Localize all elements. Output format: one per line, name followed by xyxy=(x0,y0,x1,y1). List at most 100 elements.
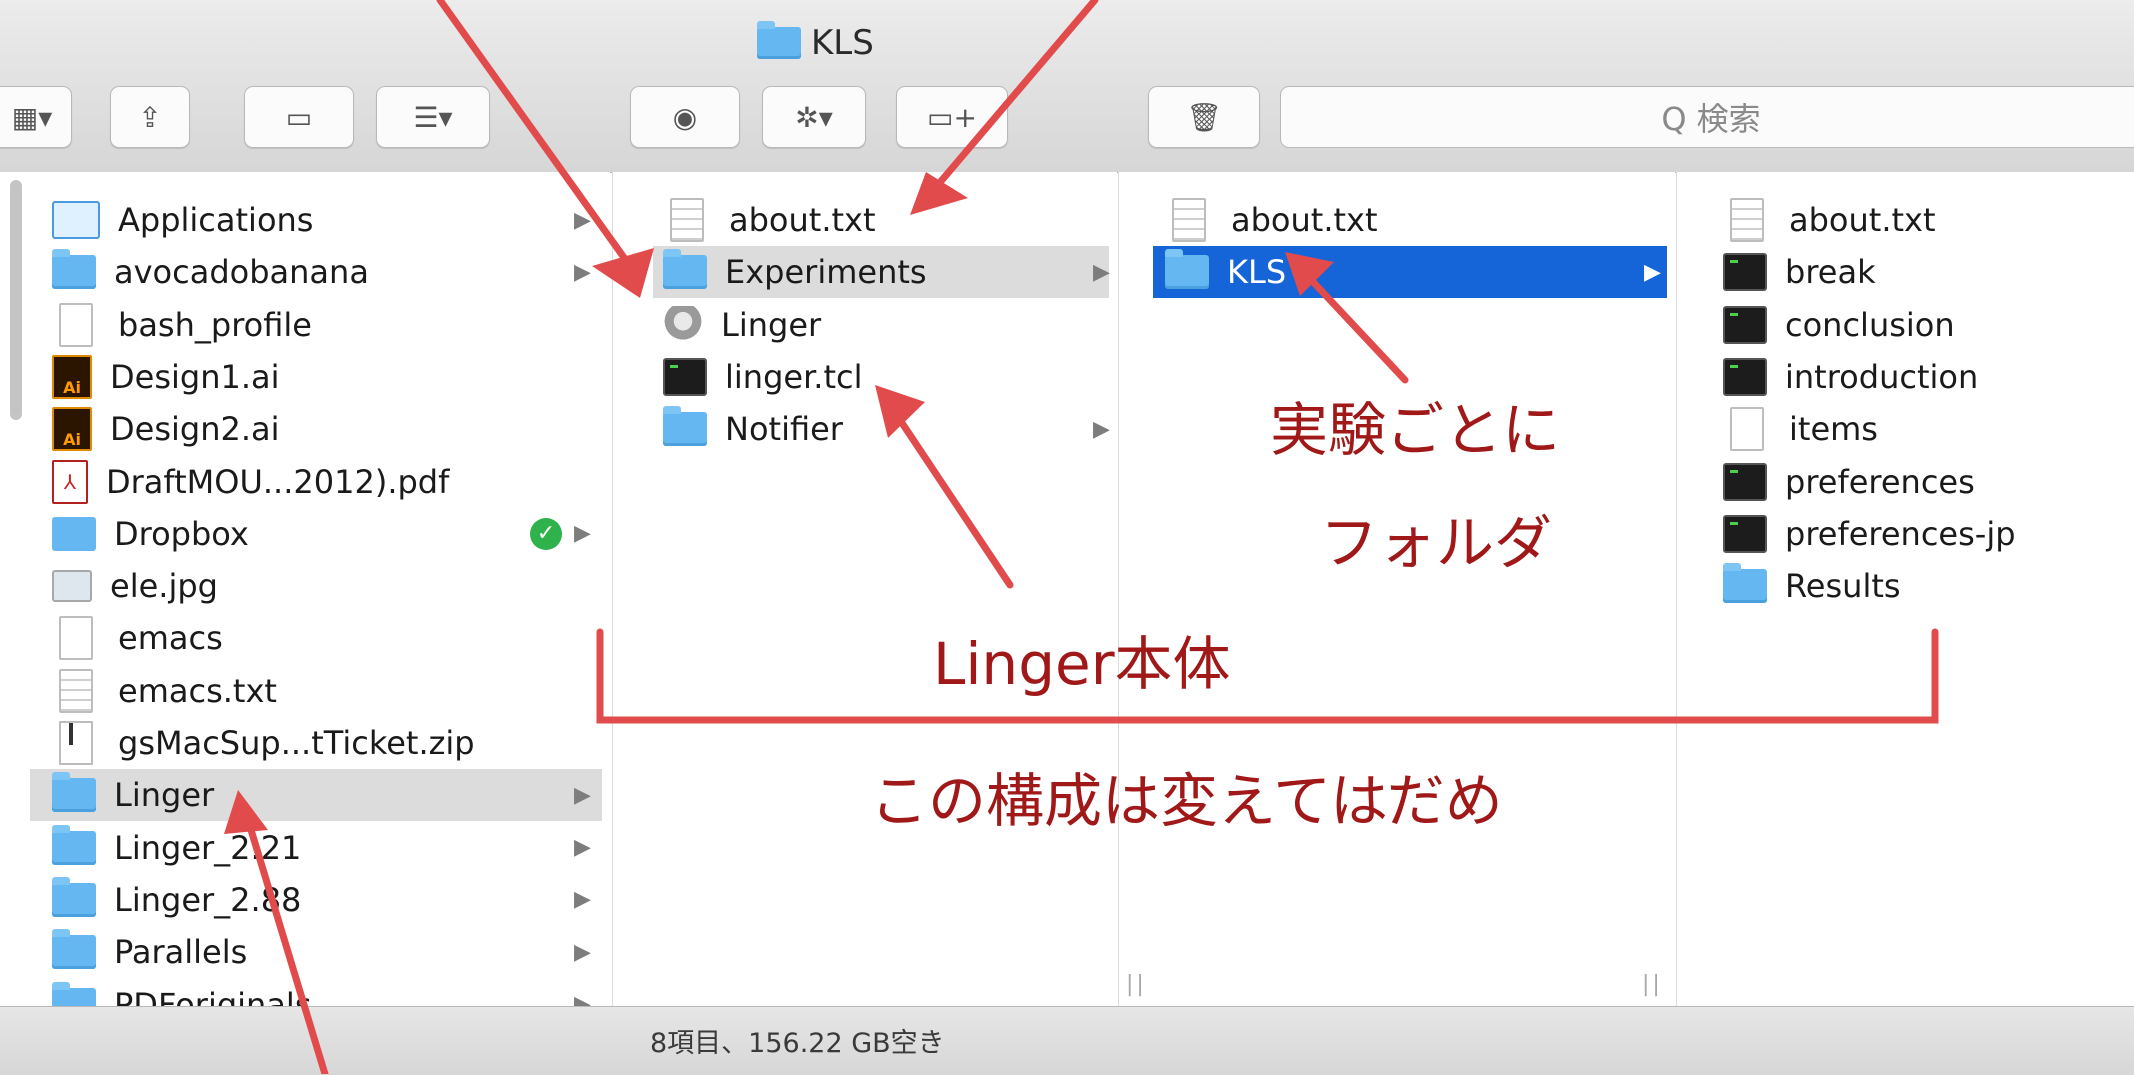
folder-icon xyxy=(757,21,801,59)
list-item-label: Parallels xyxy=(114,933,248,972)
status-bar: 8項目、156.22 GB空き xyxy=(0,1006,2134,1075)
list-item-label: emacs.txt xyxy=(118,671,277,710)
list-item[interactable]: preferences-jp xyxy=(1677,508,2134,560)
text-document-icon xyxy=(59,668,93,713)
list-item-label: break xyxy=(1785,253,1876,292)
list-item[interactable]: avocadobanana ▶ xyxy=(0,246,610,298)
gear-icon: ✲▾ xyxy=(795,100,833,134)
list-item[interactable]: Results xyxy=(1677,560,2134,612)
arrange-button[interactable]: ☰▾ xyxy=(376,86,490,148)
column-kls[interactable]: about.txt break conclusion introduction item… xyxy=(1676,172,2134,1006)
list-item[interactable]: break xyxy=(1677,246,2134,298)
list-item[interactable]: about.txt xyxy=(1677,194,2134,246)
list-item-label: Results xyxy=(1785,567,1901,606)
zip-icon xyxy=(59,721,93,765)
list-item[interactable]: Linger_2.88 ▶ xyxy=(0,874,610,926)
action-button[interactable]: ✲▾ xyxy=(762,86,866,148)
list-item[interactable]: Linger xyxy=(613,299,1117,351)
annotation-structure-note: この構成は変えてはだめ xyxy=(870,767,1503,835)
list-item-label: preferences xyxy=(1785,462,1975,501)
trash-button[interactable]: 🗑 xyxy=(1148,86,1260,148)
column-resize-handle[interactable]: || xyxy=(1126,972,1147,997)
list-item[interactable]: Ai Design2.ai xyxy=(0,403,610,455)
list-item-label: Applications xyxy=(118,201,314,239)
chevron-right-icon: ▶ xyxy=(574,939,591,965)
list-item-label: items xyxy=(1789,410,1878,449)
list-item-label: Linger_2.21 xyxy=(114,828,302,867)
status-text: 8項目、156.22 GB空き xyxy=(650,1028,945,1059)
list-item[interactable]: ⅄ DraftMOU...2012).pdf xyxy=(0,456,610,508)
chevron-right-icon: ▶ xyxy=(1093,416,1110,442)
sync-status-icon: ✓ xyxy=(530,517,562,550)
new-folder-button[interactable]: ▭+ xyxy=(896,86,1008,148)
tag-button[interactable]: ▭ xyxy=(244,86,354,148)
list-item-label: linger.tcl xyxy=(725,357,863,396)
illustrator-icon: Ai xyxy=(52,407,92,452)
list-item[interactable]: items xyxy=(1677,403,2134,455)
list-item[interactable]: Applications ▶ xyxy=(0,194,610,246)
chevron-right-icon: ▶ xyxy=(574,887,591,913)
list-item-label: introduction xyxy=(1785,357,1979,396)
column-resize-handle[interactable]: || xyxy=(1642,972,1663,997)
list-item-label: about.txt xyxy=(1231,201,1378,239)
dropbox-icon xyxy=(52,516,96,551)
list-item-label: avocadobanana xyxy=(114,253,369,292)
list-item[interactable]: KLS ▶ xyxy=(1153,246,1667,299)
list-item[interactable]: Experiments ▶ xyxy=(653,246,1110,299)
list-item[interactable]: about.txt xyxy=(613,194,1117,246)
column-experiments[interactable]: about.txt KLS ▶ xyxy=(1118,172,1675,1006)
list-item[interactable]: Linger_2.21 ▶ xyxy=(0,822,610,874)
folder-icon xyxy=(52,981,96,1006)
window-title-text: KLS xyxy=(811,23,874,63)
search-input[interactable]: Q 検索 xyxy=(1280,86,2134,148)
list-item[interactable]: preferences xyxy=(1677,456,2134,508)
list-item[interactable]: ele.jpg xyxy=(0,560,610,612)
chevron-right-icon: ▶ xyxy=(574,835,591,861)
list-item[interactable]: introduction xyxy=(1677,351,2134,403)
new-folder-icon: ▭+ xyxy=(927,100,977,134)
list-item[interactable]: about.txt xyxy=(1119,194,1675,246)
list-item[interactable]: PDForiginals ▶ xyxy=(0,979,610,1006)
folder-icon xyxy=(52,929,96,970)
text-document-icon xyxy=(670,198,704,242)
list-item-label: conclusion xyxy=(1785,305,1955,344)
list-item[interactable]: Dropbox ✓ ▶ xyxy=(0,508,610,560)
list-item[interactable]: Linger ▶ xyxy=(30,769,602,822)
text-document-icon xyxy=(1172,198,1206,242)
folder-icon xyxy=(1165,249,1209,290)
list-item-label: preferences-jp xyxy=(1785,514,2016,553)
window-title: KLS xyxy=(757,20,874,66)
grid-view-icon: ▦▾ xyxy=(11,100,53,134)
chevron-right-icon: ▶ xyxy=(1093,259,1110,285)
illustrator-icon: Ai xyxy=(52,354,92,399)
list-item-label: gsMacSup...tTicket.zip xyxy=(118,724,475,762)
list-item[interactable]: conclusion xyxy=(1677,299,2134,351)
arrange-icon: ☰▾ xyxy=(413,100,453,134)
folder-icon xyxy=(663,406,707,447)
list-item[interactable]: bash_profile xyxy=(0,299,610,351)
column-linger[interactable]: about.txt Experiments ▶ Linger linger.tcl Not… xyxy=(612,172,1117,1006)
list-item-label: bash_profile xyxy=(118,305,312,344)
list-item-label: Experiments xyxy=(725,253,927,292)
annotation-experiment-folder-1: 実験ごとに xyxy=(1270,396,1561,464)
terminal-icon xyxy=(1723,357,1767,396)
list-item[interactable]: linger.tcl xyxy=(613,351,1117,403)
column-home[interactable]: Applications ▶ avocadobanana ▶ bash_profile A… xyxy=(0,172,610,1006)
list-item[interactable]: Parallels ▶ xyxy=(0,926,610,978)
folder-icon xyxy=(1723,563,1767,604)
chevron-right-icon: ▶ xyxy=(574,782,591,808)
share-button[interactable]: ⇪ xyxy=(110,86,190,148)
chevron-right-icon: ▶ xyxy=(574,992,591,1006)
list-item[interactable]: Notifier ▶ xyxy=(613,403,1117,455)
quick-look-button[interactable]: ◉ xyxy=(630,86,740,148)
image-icon xyxy=(52,570,92,603)
list-item[interactable]: emacs.txt xyxy=(0,665,610,717)
folder-icon xyxy=(663,249,707,290)
terminal-icon xyxy=(1723,305,1767,344)
annotation-experiment-folder-2: フォルダ xyxy=(1320,509,1553,577)
list-item[interactable]: emacs xyxy=(0,612,610,664)
terminal-icon xyxy=(1723,514,1767,553)
view-mode-button[interactable]: ▦▾ xyxy=(0,86,72,148)
list-item[interactable]: gsMacSup...tTicket.zip xyxy=(0,717,610,769)
list-item[interactable]: Ai Design1.ai xyxy=(0,351,610,403)
